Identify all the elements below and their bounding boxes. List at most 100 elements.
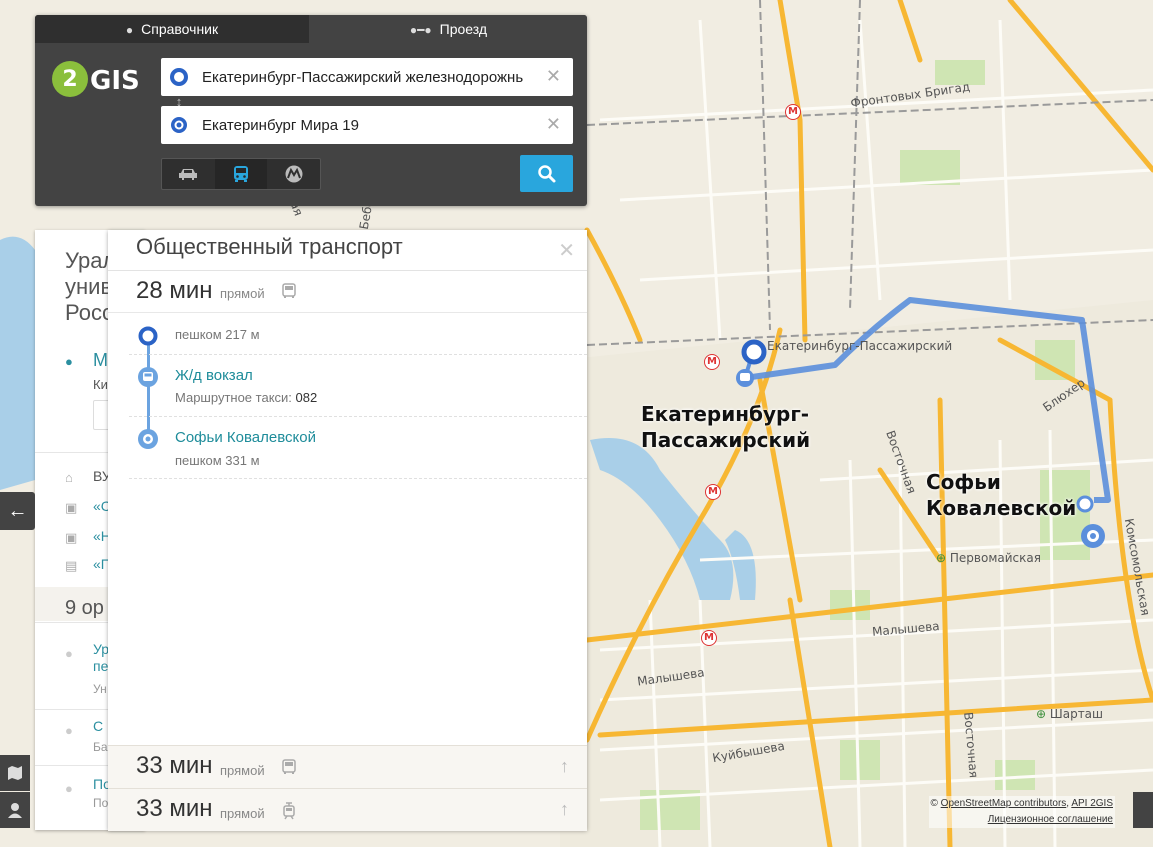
close-icon[interactable]: ✕: [558, 238, 575, 263]
logo-2gis[interactable]: 2 GIS: [50, 59, 146, 99]
start-point-icon: [170, 68, 188, 86]
copyright-sign: ©: [930, 798, 938, 809]
transit-routes-panel: Общественный транспорт ✕ 28 мин прямой п…: [108, 230, 587, 831]
tram-icon: [283, 802, 295, 820]
map-label-end-line2: Ковалевской: [926, 496, 1077, 520]
mode-car-button[interactable]: [162, 159, 214, 189]
map-label-start-line1: Екатеринбург-: [641, 402, 810, 426]
bus-icon: ▣: [65, 530, 78, 545]
stop-to-link[interactable]: Софьи Ковалевской: [175, 429, 316, 446]
org-item-sub: По: [93, 796, 109, 810]
share-button[interactable]: [1133, 792, 1153, 828]
route-type: прямой: [220, 763, 265, 778]
route-step-line: [147, 344, 150, 440]
search-button[interactable]: [520, 155, 573, 192]
search-icon: [537, 164, 555, 182]
address-sub: Ки: [93, 377, 108, 392]
transport-mode-selector: [161, 158, 321, 190]
walk-end-step: пешком 331 м: [175, 453, 260, 468]
route-icon: ●━●: [409, 23, 432, 37]
svg-text:GIS: GIS: [90, 66, 140, 96]
transit-panel-title: Общественный транспорт: [136, 234, 403, 259]
route-duration: 33 мин: [136, 795, 213, 822]
bullet-icon: ●: [65, 646, 73, 661]
tab-route-label: Проезд: [439, 21, 488, 37]
bus-icon: [282, 759, 296, 774]
walk-start-step: пешком 217 м: [175, 327, 260, 342]
bus-icon: [282, 283, 296, 298]
station-label-pervomayskaya: ⊕ Первомайская: [936, 551, 1041, 565]
org-item-sub: Ба: [93, 740, 108, 754]
route-type: прямой: [220, 806, 265, 821]
from-field[interactable]: Екатеринбург-Пассажирский железнодорожнь…: [161, 58, 573, 96]
org-item-line[interactable]: Ур: [93, 641, 109, 657]
tab-directory[interactable]: ● Справочник: [35, 15, 309, 43]
to-field[interactable]: Екатеринбург Мира 19 ✕: [161, 106, 573, 144]
step-divider: [129, 354, 587, 355]
map-attribution: © OpenStreetMap contributors, API 2GIS Л…: [928, 796, 1115, 828]
mode-metro-button[interactable]: [268, 159, 320, 189]
org-item-sub: Ун: [93, 682, 107, 696]
metro-icon: [285, 165, 303, 183]
from-input[interactable]: Екатеринбург-Пассажирский железнодорожнь: [202, 69, 542, 86]
route-duration: 28 мин: [136, 277, 213, 304]
route-option-2[interactable]: 33 мин прямой ↑: [108, 745, 587, 788]
expand-up-icon[interactable]: ↑: [560, 799, 569, 820]
org-item-line[interactable]: С: [93, 718, 103, 734]
bus-icon: [234, 166, 248, 182]
end-stop-icon: [138, 429, 158, 449]
route-option-1[interactable]: 28 мин прямой: [108, 271, 587, 313]
map-label-start-line2: Пассажирский: [641, 428, 811, 452]
stop-from-link[interactable]: Ж/д вокзал: [175, 367, 253, 384]
map-label-end-stop: Софьи Ковалевской: [926, 469, 1076, 521]
license-link[interactable]: Лицензионное соглашение: [931, 812, 1113, 828]
attribution-line: © OpenStreetMap contributors, API 2GIS: [930, 798, 1113, 809]
user-icon: [8, 803, 22, 818]
back-button[interactable]: ←: [0, 492, 35, 530]
address-link[interactable]: М: [93, 350, 108, 371]
map-label-end-line1: Софьи: [926, 470, 1001, 494]
end-point-icon: [171, 117, 187, 133]
metro-icon[interactable]: М: [701, 630, 717, 646]
bus-icon: ▣: [65, 500, 78, 515]
clear-to-icon[interactable]: ✕: [546, 114, 561, 135]
route-type: прямой: [220, 286, 265, 301]
step-divider: [129, 416, 587, 417]
metro-icon[interactable]: М: [785, 104, 801, 120]
map-icon: [8, 766, 22, 780]
org-item-line[interactable]: пе: [93, 658, 108, 674]
route-duration: 33 мин: [136, 752, 213, 779]
tab-route[interactable]: ●━● Проезд: [310, 15, 587, 43]
route-option-3[interactable]: 33 мин прямой ↑: [108, 788, 587, 831]
mode-bus-button[interactable]: [215, 159, 267, 189]
station-label-shartash: ⊕ Шарташ: [1036, 707, 1104, 721]
car-icon: [179, 169, 197, 180]
building-icon: ⌂: [65, 470, 73, 485]
map-label-start-stop: Екатеринбург- Пассажирский: [641, 401, 810, 453]
location-icon: ●: [65, 354, 73, 369]
minibus-prefix: Маршрутное такси:: [175, 390, 292, 405]
clear-from-icon[interactable]: ✕: [546, 66, 561, 87]
osm-link[interactable]: OpenStreetMap contributors: [941, 798, 1067, 809]
pin-icon: ●: [125, 23, 134, 37]
minibus-route-info: Маршрутное такси: 082: [175, 390, 317, 405]
expand-up-icon[interactable]: ↑: [560, 756, 569, 777]
orgs-count-title: 9 ор: [65, 597, 104, 619]
step-divider: [129, 478, 587, 479]
metro-icon[interactable]: М: [705, 484, 721, 500]
bullet-icon: ●: [65, 781, 73, 796]
metro-icon[interactable]: М: [704, 354, 720, 370]
bus-stop-icon: [138, 367, 158, 387]
to-input[interactable]: Екатеринбург Мира 19: [202, 117, 542, 134]
arrow-left-icon: ←: [7, 499, 28, 522]
tab-directory-label: Справочник: [141, 21, 219, 37]
route-search-panel: ● Справочник ●━● Проезд 2 GIS Екатеринбург…: [35, 15, 587, 206]
api-2gis-link[interactable]: API 2GIS: [1071, 798, 1113, 809]
transit-panel-header: Общественный транспорт ✕: [108, 230, 587, 271]
start-point-icon: [138, 326, 158, 346]
org-title-line: Росс: [65, 300, 113, 325]
org-title-line: унив: [65, 274, 113, 299]
user-button[interactable]: [0, 792, 30, 828]
map-layers-button[interactable]: [0, 755, 30, 791]
svg-text:2: 2: [62, 67, 77, 92]
